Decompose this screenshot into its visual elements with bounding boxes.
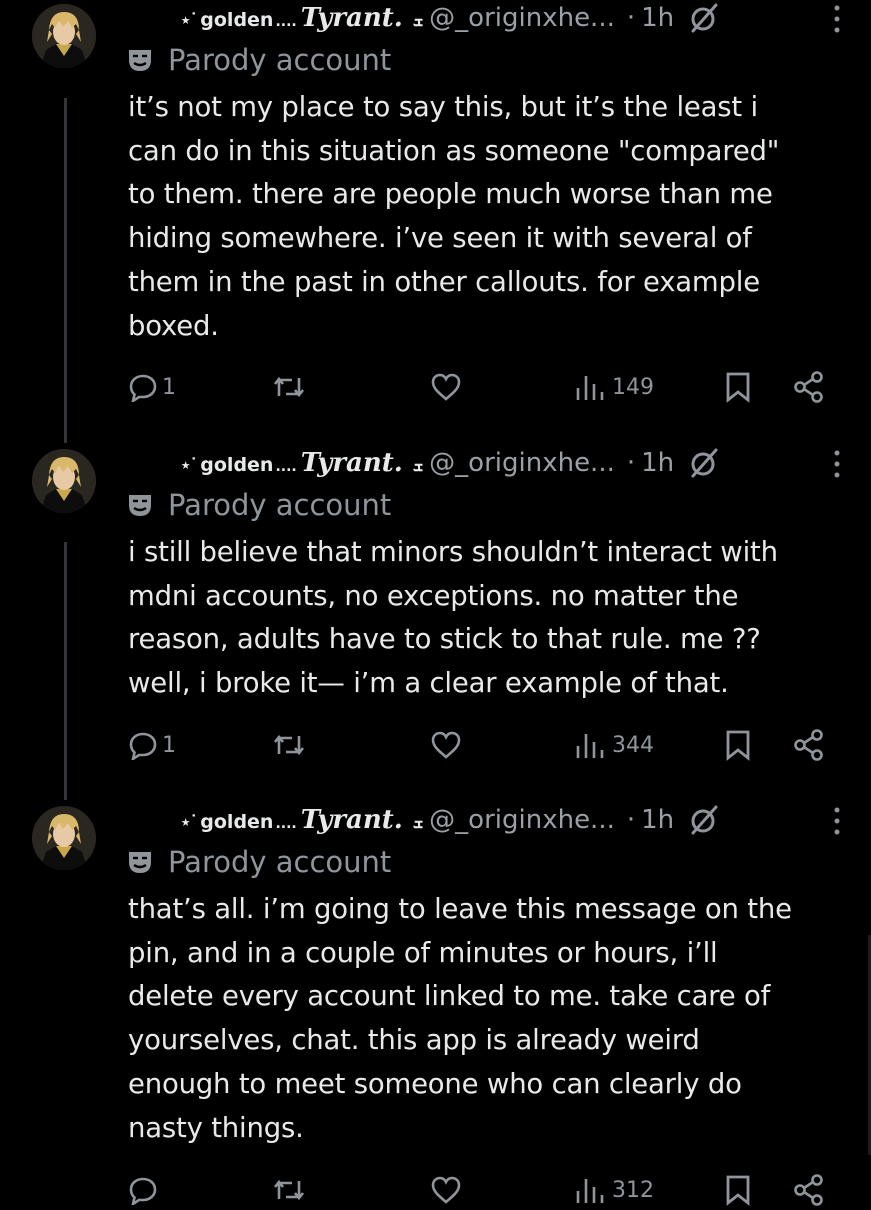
tweet-header: ⋆˙ golden.... Tyrant. ܫ @_originxhe... · 1h (180, 0, 722, 36)
retweet-icon (273, 734, 305, 756)
reply-count: 1 (162, 732, 176, 758)
reply-icon (129, 1177, 157, 1205)
like-button[interactable] (430, 725, 462, 765)
more-icon[interactable] (833, 449, 841, 479)
tweet-text: i still believe that minors shouldn’t in… (128, 536, 778, 700)
reply-button[interactable] (128, 1170, 162, 1210)
tweet-header: ⋆˙ golden.... Tyrant. ܫ @_originxhe... · 1h (180, 802, 722, 838)
views-button[interactable]: 149 (574, 367, 654, 407)
like-button[interactable] (430, 367, 462, 407)
avatar[interactable] (32, 806, 96, 870)
bookmark-icon (726, 730, 750, 761)
views-icon (576, 734, 604, 758)
display-name[interactable]: ⋆˙ golden.... Tyrant. ܫ (180, 3, 429, 33)
tweet-header: ⋆˙ golden.... Tyrant. ܫ @_originxhe... · 1h (180, 445, 722, 481)
bookmark-button[interactable] (724, 367, 752, 407)
views-button[interactable]: 344 (574, 725, 654, 765)
view-count: 312 (612, 1177, 654, 1203)
handle[interactable]: @_originxhe... (429, 805, 615, 835)
retweet-button[interactable] (272, 1170, 306, 1210)
reply-count: 1 (162, 374, 176, 400)
timestamp[interactable]: 1h (641, 3, 674, 33)
tweet-text: it’s not my place to say this, but it’s … (128, 91, 780, 342)
like-button[interactable] (430, 1170, 462, 1210)
share-button[interactable] (792, 1170, 826, 1210)
view-count: 344 (612, 732, 654, 758)
view-count: 149 (612, 374, 654, 400)
bookmark-button[interactable] (724, 1170, 752, 1210)
parody-label: Parody account (126, 844, 391, 880)
display-name[interactable]: ⋆˙ golden.... Tyrant. ܫ (180, 448, 429, 478)
tweet-actions: 1 149 (128, 367, 840, 407)
more-icon[interactable] (833, 4, 841, 34)
views-button[interactable]: 312 (574, 1170, 654, 1210)
parody-mask-icon (129, 50, 151, 71)
reply-icon (129, 732, 157, 760)
share-icon (794, 371, 823, 403)
views-icon (576, 376, 604, 400)
tweet-actions: 1 344 (128, 725, 840, 765)
more-icon[interactable] (833, 806, 841, 836)
tweet-1[interactable]: ⋆˙ golden.... Tyrant. ܫ @_originxhe... · 1h… (0, 0, 871, 440)
null-status-icon (691, 805, 718, 835)
timestamp[interactable]: 1h (641, 805, 674, 835)
share-icon (794, 729, 823, 761)
parody-mask-icon (129, 852, 151, 873)
parody-label: Parody account (126, 487, 391, 523)
avatar[interactable] (32, 449, 96, 513)
tweet-text: that’s all. i’m going to leave this mess… (128, 893, 792, 1144)
null-status-icon (691, 3, 718, 33)
parody-mask-icon (129, 495, 151, 516)
views-icon (576, 1179, 604, 1203)
reply-button[interactable]: 1 (128, 367, 176, 407)
tweet-actions: 312 (128, 1170, 840, 1210)
bookmark-icon (726, 1175, 750, 1206)
like-icon (431, 731, 461, 759)
share-button[interactable] (792, 367, 826, 407)
handle[interactable]: @_originxhe... (429, 3, 615, 33)
separator: · (626, 448, 636, 478)
share-icon (794, 1174, 823, 1206)
timestamp[interactable]: 1h (641, 448, 674, 478)
retweet-button[interactable] (272, 367, 306, 407)
retweet-button[interactable] (272, 725, 306, 765)
retweet-icon (273, 1179, 305, 1201)
bookmark-button[interactable] (724, 725, 752, 765)
tweet-2[interactable]: ⋆˙ golden.... Tyrant. ܫ @_originxhe... · 1h… (0, 445, 871, 800)
bookmark-icon (726, 372, 750, 403)
reply-button[interactable]: 1 (128, 725, 176, 765)
parody-label: Parody account (126, 42, 391, 78)
tweet-3[interactable]: ⋆˙ golden.... Tyrant. ܫ @_originxhe... · 1h… (0, 802, 871, 1206)
display-name[interactable]: ⋆˙ golden.... Tyrant. ܫ (180, 805, 429, 835)
like-icon (431, 1176, 461, 1204)
separator: · (626, 3, 636, 33)
like-icon (431, 373, 461, 401)
share-button[interactable] (792, 725, 826, 765)
retweet-icon (273, 376, 305, 398)
separator: · (626, 805, 636, 835)
handle[interactable]: @_originxhe... (429, 448, 615, 478)
avatar[interactable] (32, 4, 96, 68)
null-status-icon (691, 448, 718, 478)
reply-icon (129, 374, 157, 402)
